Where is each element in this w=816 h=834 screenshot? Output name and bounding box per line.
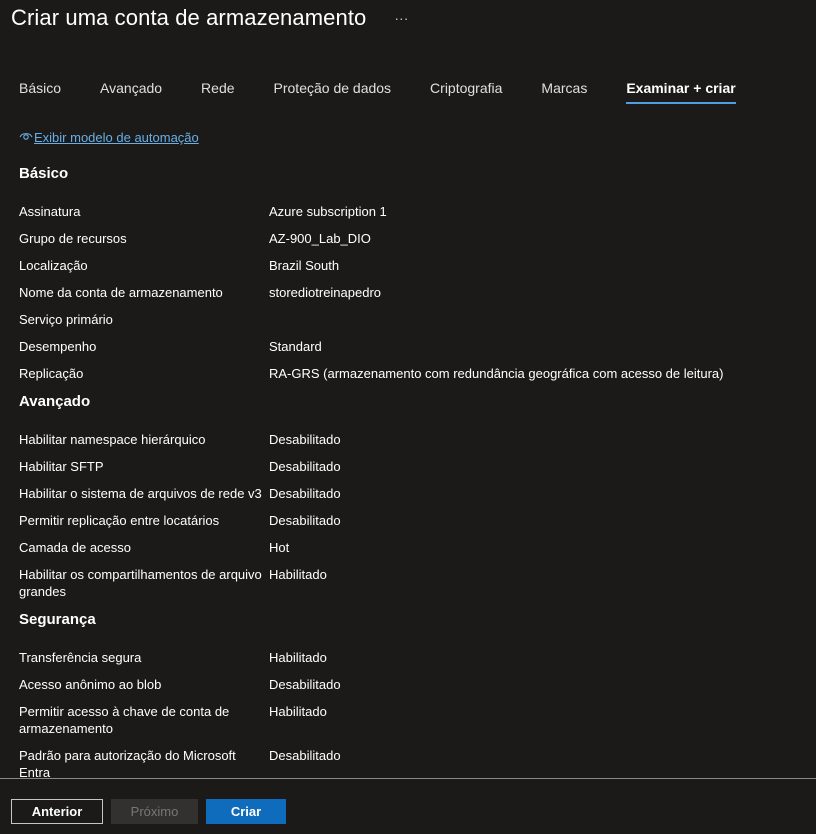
page-title: Criar uma conta de armazenamento	[11, 5, 367, 30]
kv-label: Habilitar namespace hierárquico	[19, 432, 206, 447]
kv-row: Habilitar os compartilhamentos de arquiv…	[19, 566, 799, 600]
page-header: Criar uma conta de armazenamento ···	[11, 4, 408, 32]
tab-protecao-de-dados[interactable]: Proteção de dados	[274, 78, 392, 104]
section-title: Segurança	[19, 611, 96, 628]
tab-avancado[interactable]: Avançado	[100, 78, 162, 104]
kv-row: Habilitar o sistema de arquivos de rede …	[19, 485, 799, 502]
kv-value: Azure subscription 1	[269, 204, 387, 219]
tab-basico[interactable]: Básico	[19, 78, 61, 104]
kv-value: Standard	[269, 339, 322, 354]
kv-row: Assinatura Azure subscription 1	[19, 203, 799, 220]
kv-value: Brazil South	[269, 258, 340, 273]
kv-label: Localização	[19, 258, 88, 273]
tab-bar: Básico Avançado Rede Proteção de dados C…	[19, 78, 775, 106]
view-automation-template-link[interactable]: Exibir modelo de automação	[19, 128, 799, 146]
section-title: Avançado	[19, 393, 91, 410]
section-seguranca: Segurança Transferência segura Habilitado…	[19, 610, 799, 778]
tab-rede[interactable]: Rede	[201, 78, 234, 104]
kv-value: Desabilitado	[269, 486, 341, 501]
kv-label: Permitir replicação entre locatários	[19, 513, 220, 528]
kv-value: Desabilitado	[269, 432, 341, 447]
kv-label: Acesso anônimo ao blob	[19, 677, 162, 692]
kv-value: RA-GRS (armazenamento com redundância ge…	[269, 366, 724, 381]
tab-examinar-criar[interactable]: Examinar + criar	[626, 78, 736, 104]
previous-button[interactable]: Anterior	[11, 799, 103, 824]
kv-row: Desempenho Standard	[19, 338, 799, 355]
kv-label: Habilitar o sistema de arquivos de rede …	[19, 486, 262, 501]
scroll-area[interactable]: Criar uma conta de armazenamento ··· Bás…	[0, 0, 816, 778]
automation-link-label: Exibir modelo de automação	[34, 129, 199, 145]
kv-label: Nome da conta de armazenamento	[19, 285, 223, 300]
footer-divider	[0, 778, 816, 779]
footer-actions: Anterior Próximo Criar	[11, 799, 294, 824]
kv-label: Habilitar os compartilhamentos de arquiv…	[19, 567, 262, 599]
section-title: Básico	[19, 165, 69, 182]
kv-row: Camada de acesso Hot	[19, 539, 799, 556]
kv-row: Habilitar namespace hierárquico Desabilit…	[19, 431, 799, 448]
kv-label: Permitir acesso à chave de conta de arma…	[19, 704, 230, 736]
kv-row: Habilitar SFTP Desabilitado	[19, 458, 799, 475]
kv-value: storediotreinapedro	[269, 285, 382, 300]
kv-label: Transferência segura	[19, 650, 142, 665]
kv-label: Assinatura	[19, 204, 81, 219]
kv-value: Hot	[269, 540, 290, 555]
kv-row: Localização Brazil South	[19, 257, 799, 274]
kv-row: Permitir acesso à chave de conta de arma…	[19, 703, 799, 737]
kv-label: Padrão para autorização do Microsoft Ent…	[19, 748, 236, 778]
kv-value: Desabilitado	[269, 677, 341, 692]
kv-label: Desempenho	[19, 339, 97, 354]
kv-label: Replicação	[19, 366, 84, 381]
ellipsis-icon[interactable]: ···	[394, 4, 408, 32]
review-content: Exibir modelo de automação Básico Assina…	[19, 128, 799, 779]
kv-label: Serviço primário	[19, 312, 113, 327]
kv-row: Grupo de recursos AZ-900_Lab_DIO	[19, 230, 799, 247]
eye-icon	[19, 130, 34, 145]
kv-row: Permitir replicação entre locatários Desa…	[19, 512, 799, 529]
kv-value: Desabilitado	[269, 459, 341, 474]
kv-label: Habilitar SFTP	[19, 459, 104, 474]
create-button[interactable]: Criar	[206, 799, 286, 824]
kv-value: Desabilitado	[269, 513, 341, 528]
tab-criptografia[interactable]: Criptografia	[430, 78, 502, 104]
kv-row: Transferência segura Habilitado	[19, 649, 799, 666]
create-storage-account-page: Criar uma conta de armazenamento ··· Bás…	[0, 0, 816, 834]
kv-label: Camada de acesso	[19, 540, 132, 555]
kv-value: Habilitado	[269, 650, 327, 665]
kv-value: Habilitado	[269, 567, 327, 582]
kv-value: Habilitado	[269, 704, 327, 719]
kv-label: Grupo de recursos	[19, 231, 127, 246]
kv-row: Nome da conta de armazenamento storediotr…	[19, 284, 799, 301]
kv-value: Desabilitado	[269, 748, 341, 763]
next-button[interactable]: Próximo	[111, 799, 198, 824]
section-basico: Básico Assinatura Azure subscription 1 Gr…	[19, 164, 799, 382]
kv-row: Padrão para autorização do Microsoft Ent…	[19, 747, 799, 778]
tab-marcas[interactable]: Marcas	[541, 78, 587, 104]
kv-value: AZ-900_Lab_DIO	[269, 231, 371, 246]
kv-row: Replicação RA-GRS (armazenamento com redu…	[19, 365, 799, 382]
kv-row: Serviço primário	[19, 311, 799, 328]
section-avancado: Avançado Habilitar namespace hierárquico…	[19, 392, 799, 600]
kv-row: Acesso anônimo ao blob Desabilitado	[19, 676, 799, 693]
